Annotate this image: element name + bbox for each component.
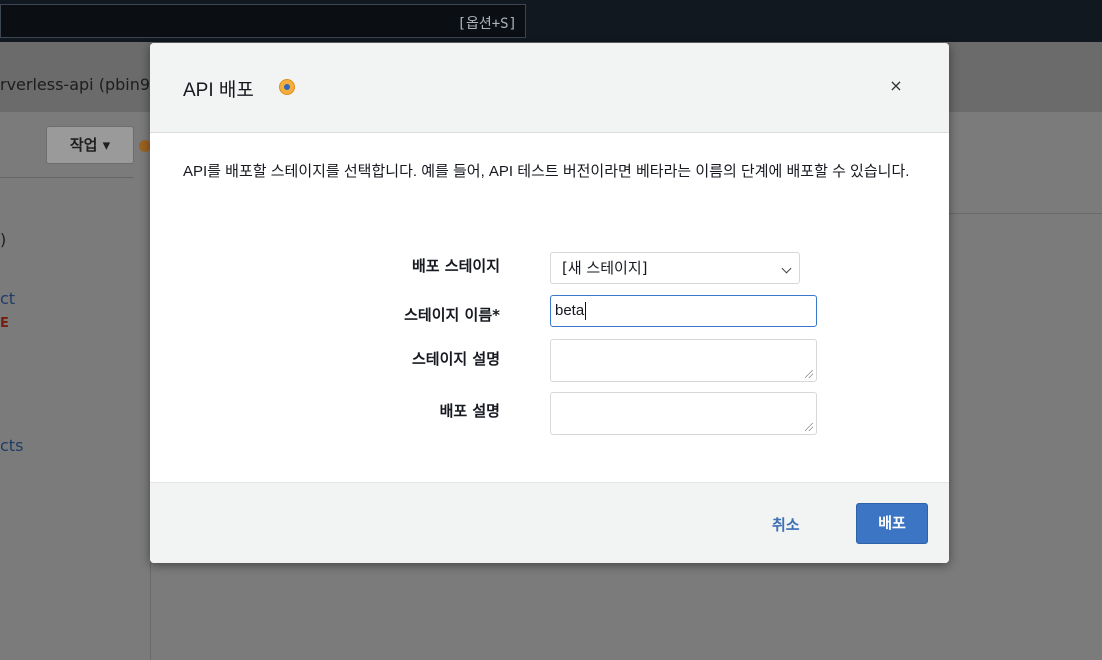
resource-tree-link[interactable]: ct <box>0 289 15 308</box>
deployment-stage-value: [새 스테이지] <box>562 259 648 277</box>
sidebar-divider <box>0 177 134 178</box>
dialog-description: API를 배포할 스테이지를 선택합니다. 예를 들어, API 테스트 버전이… <box>183 163 910 180</box>
search-shortcut-hint: [옵션+S] <box>457 16 517 32</box>
resource-tree-link[interactable]: cts <box>0 436 23 455</box>
stage-name-label: 스테이지 이름* <box>404 306 500 324</box>
stage-description-textarea[interactable] <box>550 339 817 382</box>
dialog-title: API 배포 <box>183 80 254 101</box>
resize-handle-icon[interactable] <box>805 423 813 431</box>
console-search-field[interactable]: [옵션+S] <box>0 4 526 38</box>
deployment-description-label: 배포 설명 <box>439 402 500 420</box>
api-name: rverless-api (pbin9 <box>0 75 151 94</box>
stage-description-label: 스테이지 설명 <box>411 350 500 368</box>
stage-name-input[interactable]: beta <box>550 295 817 327</box>
resource-tree-text: ) <box>0 230 7 249</box>
dialog-footer: 취소 배포 <box>150 482 949 563</box>
text-caret <box>585 302 587 321</box>
deployment-stage-select[interactable]: [새 스테이지] <box>550 252 800 284</box>
deploy-button[interactable]: 배포 <box>856 503 928 544</box>
info-icon[interactable] <box>280 80 294 94</box>
deployment-stage-label: 배포 스테이지 <box>411 257 500 275</box>
cancel-button[interactable]: 취소 <box>772 514 800 535</box>
method-badge[interactable]: E <box>0 316 9 331</box>
resize-handle-icon[interactable] <box>805 370 813 378</box>
chevron-down-icon <box>781 263 792 274</box>
panel-divider <box>949 213 1102 214</box>
dialog-header: API 배포 × <box>150 43 949 133</box>
actions-button[interactable]: 작업 ▾ <box>46 126 134 164</box>
deploy-api-dialog: API 배포 × API를 배포할 스테이지를 선택합니다. 예를 들어, AP… <box>150 43 949 563</box>
deployment-description-textarea[interactable] <box>550 392 817 435</box>
close-icon[interactable]: × <box>887 77 905 95</box>
console-top-bar: [옵션+S] <box>0 0 1102 42</box>
stage-name-value: beta <box>555 302 585 319</box>
resources-sidebar <box>0 112 151 660</box>
